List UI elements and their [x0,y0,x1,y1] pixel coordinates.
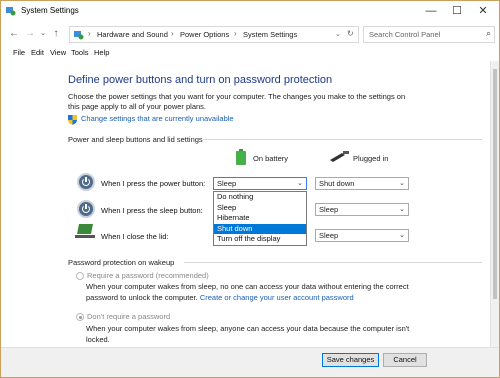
window-title: System Settings [21,6,79,15]
plugged-in-header: Plugged in [353,154,389,163]
power-button-battery-select[interactable]: Sleep ⌄ [213,177,307,190]
breadcrumb-hardware-and-sound[interactable]: Hardware and Sound [97,30,168,39]
battery-icon [236,149,246,165]
forward-arrow-icon[interactable]: → [24,27,36,41]
power-button-icon [77,173,95,191]
power-buttons-section-title: Power and sleep buttons and lid settings [68,135,203,144]
save-changes-button[interactable]: Save changes [322,353,379,367]
control-panel-icon [6,7,16,16]
account-password-link[interactable]: Create or change your user account passw… [200,293,354,302]
on-battery-header: On battery [253,154,289,163]
chevron-down-icon: ⌄ [399,232,405,239]
breadcrumb-system-settings[interactable]: System Settings [243,30,297,39]
breadcrumb-separator-icon: › [171,29,174,38]
address-box[interactable]: › Hardware and Sound › Power Options › S… [69,26,359,43]
option-sleep[interactable]: Sleep [214,203,306,214]
scrollbar-thumb[interactable] [493,69,497,299]
menu-edit[interactable]: Edit [31,48,44,57]
system-settings-window: System Settings — ☐ ✕ ← → ⌄ ↑ › Hardware… [0,0,500,378]
back-arrow-icon[interactable]: ← [8,27,20,41]
chevron-down-icon: ⌄ [399,206,405,213]
sleep-button-label: When I press the sleep button: [101,206,203,215]
option-do-nothing[interactable]: Do nothing [214,192,306,203]
menu-help[interactable]: Help [94,48,109,57]
address-dropdown-chevron-icon[interactable]: ⌄ [335,30,341,38]
title-bar: System Settings — ☐ ✕ [1,1,499,21]
select-value: Sleep [217,179,237,188]
search-placeholder: Search Control Panel [369,30,441,39]
control-panel-icon [74,31,84,40]
section-divider [184,262,482,263]
option-turn-off-display[interactable]: Turn off the display [214,234,306,245]
recent-chevron-icon[interactable]: ⌄ [37,27,49,41]
up-arrow-icon[interactable]: ↑ [50,27,62,41]
close-lid-label: When I close the lid: [101,232,169,241]
page-title: Define power buttons and turn on passwor… [68,74,333,86]
require-password-radio[interactable] [76,272,84,280]
password-section-title: Password protection on wakeup [68,258,175,267]
power-button-label: When I press the power button: [101,179,206,188]
require-password-label: Require a password (recommended) [87,271,209,280]
chevron-down-icon: ⌄ [297,180,303,187]
address-bar: ← → ⌄ ↑ › Hardware and Sound › Power Opt… [1,24,499,44]
close-button[interactable]: ✕ [474,3,492,19]
refresh-icon[interactable]: ↻ [347,29,354,38]
page-description: Choose the power settings that you want … [68,92,406,111]
option-hibernate[interactable]: Hibernate [214,213,306,224]
menu-bar: File Edit View Tools Help [1,47,499,60]
select-value: Sleep [319,231,339,240]
close-lid-plugged-select[interactable]: Sleep ⌄ [315,229,409,242]
sleep-button-icon [77,200,95,218]
select-value: Sleep [319,205,339,214]
breadcrumb-separator-icon: › [88,29,91,38]
menu-view[interactable]: View [50,48,66,57]
breadcrumb-separator-icon: › [234,29,237,38]
sleep-button-plugged-select[interactable]: Sleep ⌄ [315,203,409,216]
power-button-plugged-select[interactable]: Shut down ⌄ [315,177,409,190]
no-password-label: Don't require a password [87,312,171,321]
no-password-radio[interactable] [76,313,84,321]
change-settings-link[interactable]: Change settings that are currently unava… [81,114,234,123]
minimize-button[interactable]: — [422,3,440,19]
plug-icon [330,151,349,162]
cancel-button[interactable]: Cancel [383,353,427,367]
require-password-description: When your computer wakes from sleep, no … [86,281,426,303]
section-divider [204,139,482,140]
no-password-description: When your computer wakes from sleep, any… [86,324,410,344]
chevron-down-icon: ⌄ [399,180,405,187]
footer-bar: Save changes Cancel [1,347,499,377]
select-value: Shut down [319,179,355,188]
laptop-lid-icon [75,224,95,238]
search-input[interactable]: Search Control Panel ⌕ [363,26,495,43]
maximize-button[interactable]: ☐ [448,3,466,19]
search-icon: ⌕ [485,28,491,38]
shield-icon [68,115,77,125]
vertical-scrollbar[interactable] [490,61,499,347]
settings-content: Define power buttons and turn on passwor… [1,61,490,347]
breadcrumb-power-options[interactable]: Power Options [180,30,229,39]
menu-file[interactable]: File [13,48,25,57]
power-action-dropdown-list[interactable]: Do nothing Sleep Hibernate Shut down Tur… [213,191,307,246]
menu-tools[interactable]: Tools [71,48,89,57]
option-shut-down[interactable]: Shut down [214,223,306,234]
